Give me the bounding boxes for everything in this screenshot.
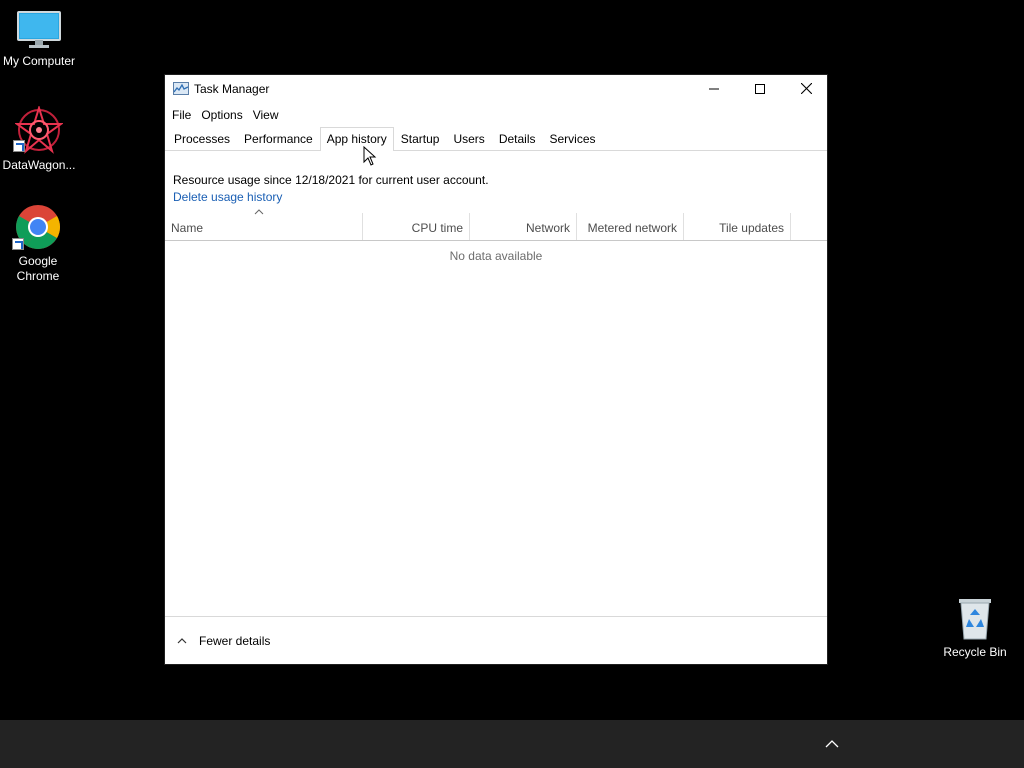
fewer-details-toggle[interactable]: Fewer details <box>165 616 827 664</box>
taskbar <box>0 720 1024 768</box>
close-button[interactable] <box>783 75 829 102</box>
shortcut-arrow-icon <box>13 140 25 152</box>
monitor-icon <box>17 11 61 48</box>
fewer-details-label: Fewer details <box>199 633 271 648</box>
shortcut-arrow-icon <box>12 238 24 250</box>
desktop-icon-datawagon[interactable]: DataWagon... <box>0 106 79 173</box>
desktop-icon-label: DataWagon... <box>2 158 76 172</box>
app-history-info: Resource usage since 12/18/2021 for curr… <box>165 151 827 206</box>
tab-services[interactable]: Services <box>543 128 603 150</box>
delete-usage-history-link[interactable]: Delete usage history <box>173 189 827 206</box>
label-line: Chrome <box>16 269 60 283</box>
resource-usage-text: Resource usage since 12/18/2021 for curr… <box>173 173 489 187</box>
column-header-metered-network[interactable]: Metered network <box>577 213 684 240</box>
column-header-cpu-time[interactable]: CPU time <box>363 213 470 240</box>
tab-startup[interactable]: Startup <box>394 128 447 150</box>
desktop-icon-label: Google Chrome <box>17 254 60 284</box>
title-bar[interactable]: Task Manager <box>165 75 827 102</box>
tab-performance[interactable]: Performance <box>237 128 320 150</box>
maximize-icon <box>755 83 765 94</box>
empty-state-text: No data available <box>449 249 543 263</box>
desktop-icon-label: Recycle Bin <box>943 645 1007 659</box>
minimize-icon <box>709 88 719 89</box>
desktop-icon-google-chrome[interactable]: Google Chrome <box>0 204 78 284</box>
desktop-icon-label: My Computer <box>2 54 76 68</box>
tab-bar: Processes Performance App history Startu… <box>165 127 827 151</box>
desktop-icon-recycle-bin[interactable]: Recycle Bin <box>935 597 1015 660</box>
task-manager-icon <box>173 82 189 95</box>
menu-options[interactable]: Options <box>196 108 247 122</box>
mouse-cursor-icon <box>363 146 377 166</box>
menu-view[interactable]: View <box>248 108 284 122</box>
tab-details[interactable]: Details <box>492 128 543 150</box>
desktop-icon-my-computer[interactable]: My Computer <box>0 10 79 69</box>
column-header-row: Name CPU time Network Metered network Ti… <box>165 213 827 241</box>
column-header-network[interactable]: Network <box>470 213 577 240</box>
menu-file[interactable]: File <box>167 108 196 122</box>
task-manager-window[interactable]: Task Manager File Options View Processes… <box>164 74 828 665</box>
label-line: Google <box>18 254 58 268</box>
menu-bar: File Options View <box>165 102 827 127</box>
show-hidden-icons-chevron-icon[interactable] <box>824 738 840 750</box>
minimize-button[interactable] <box>691 75 737 102</box>
close-icon <box>800 83 812 94</box>
tab-app-history[interactable]: App history <box>319 127 394 151</box>
window-title: Task Manager <box>194 81 270 96</box>
maximize-button[interactable] <box>737 75 783 102</box>
column-header-tile-updates[interactable]: Tile updates <box>684 213 791 240</box>
chevron-up-icon <box>177 637 187 643</box>
tab-processes[interactable]: Processes <box>167 128 237 150</box>
recycle-bin-icon <box>959 599 991 640</box>
column-header-name[interactable]: Name <box>165 213 363 240</box>
tab-users[interactable]: Users <box>446 128 491 150</box>
